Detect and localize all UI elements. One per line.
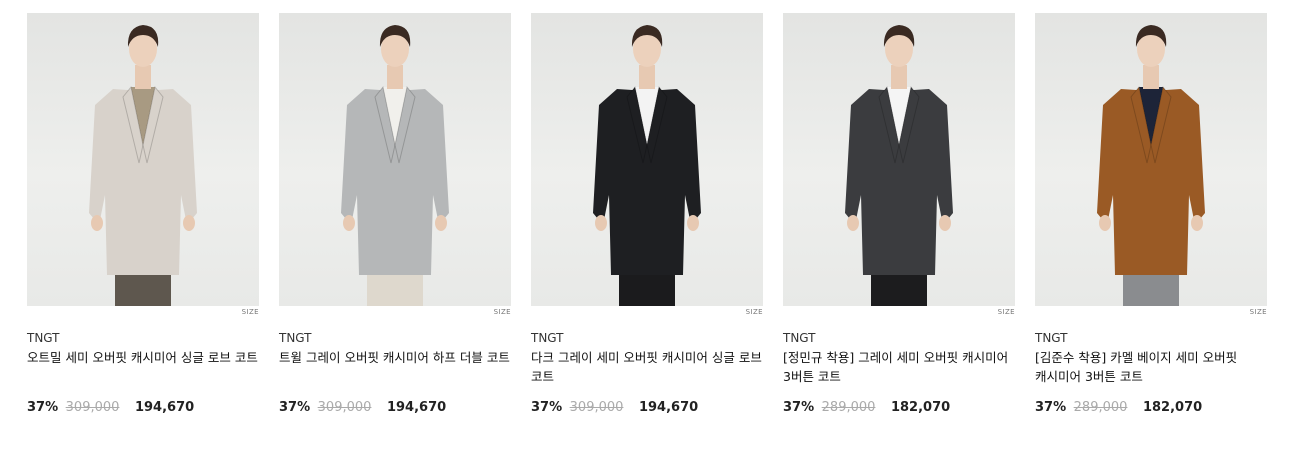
model-figure [593,25,701,306]
product-card[interactable]: SIZE TNGT [김준수 착용] 카멜 베이지 세미 오버핏 캐시미어 3버… [1035,13,1267,417]
original-price: 289,000 [821,400,876,415]
product-image[interactable] [27,13,259,306]
original-price: 309,000 [65,400,120,415]
brand-name[interactable]: TNGT [783,331,1015,346]
brand-name[interactable]: TNGT [27,331,259,346]
product-card[interactable]: SIZE TNGT 트윌 그레이 오버핏 캐시미어 하프 더블 코트 37% 3… [279,13,511,417]
model-figure [89,25,197,306]
sale-price: 194,670 [386,400,447,415]
product-title[interactable]: [정민규 착용] 그레이 세미 오버핏 캐시미어 3버튼 코트 [783,348,1015,386]
product-title[interactable]: 다크 그레이 세미 오버핏 캐시미어 싱글 로브 코트 [531,348,763,386]
original-price: 309,000 [569,400,624,415]
product-image[interactable] [531,13,763,306]
model-figure [845,25,953,306]
size-label[interactable]: SIZE [531,308,763,317]
product-grid: SIZE TNGT 오트밀 세미 오버핏 캐시미어 싱글 로브 코트 37% 3… [0,0,1293,460]
original-price: 309,000 [317,400,372,415]
product-image[interactable] [783,13,1015,306]
sale-price: 182,070 [1142,400,1203,415]
discount-rate: 37% [783,400,815,415]
price-row: 37% 289,000 182,070 [783,399,1015,417]
product-card[interactable]: SIZE TNGT 다크 그레이 세미 오버핏 캐시미어 싱글 로브 코트 37… [531,13,763,417]
product-image[interactable] [1035,13,1267,306]
product-title[interactable]: 트윌 그레이 오버핏 캐시미어 하프 더블 코트 [279,348,511,386]
product-card[interactable]: SIZE TNGT 오트밀 세미 오버핏 캐시미어 싱글 로브 코트 37% 3… [27,13,259,417]
size-label[interactable]: SIZE [783,308,1015,317]
brand-name[interactable]: TNGT [1035,331,1267,346]
sale-price: 182,070 [890,400,951,415]
product-card[interactable]: SIZE TNGT [정민규 착용] 그레이 세미 오버핏 캐시미어 3버튼 코… [783,13,1015,417]
original-price: 289,000 [1073,400,1128,415]
product-image[interactable] [279,13,511,306]
model-figure [341,25,449,306]
sale-price: 194,670 [638,400,699,415]
discount-rate: 37% [27,400,59,415]
discount-rate: 37% [279,400,311,415]
product-title[interactable]: [김준수 착용] 카멜 베이지 세미 오버핏 캐시미어 3버튼 코트 [1035,348,1267,386]
brand-name[interactable]: TNGT [531,331,763,346]
price-row: 37% 289,000 182,070 [1035,399,1267,417]
price-row: 37% 309,000 194,670 [279,399,511,417]
price-row: 37% 309,000 194,670 [531,399,763,417]
size-label[interactable]: SIZE [1035,308,1267,317]
size-label[interactable]: SIZE [279,308,511,317]
brand-name[interactable]: TNGT [279,331,511,346]
product-title[interactable]: 오트밀 세미 오버핏 캐시미어 싱글 로브 코트 [27,348,259,386]
price-row: 37% 309,000 194,670 [27,399,259,417]
discount-rate: 37% [1035,400,1067,415]
model-figure [1097,25,1205,306]
sale-price: 194,670 [134,400,195,415]
discount-rate: 37% [531,400,563,415]
size-label[interactable]: SIZE [27,308,259,317]
